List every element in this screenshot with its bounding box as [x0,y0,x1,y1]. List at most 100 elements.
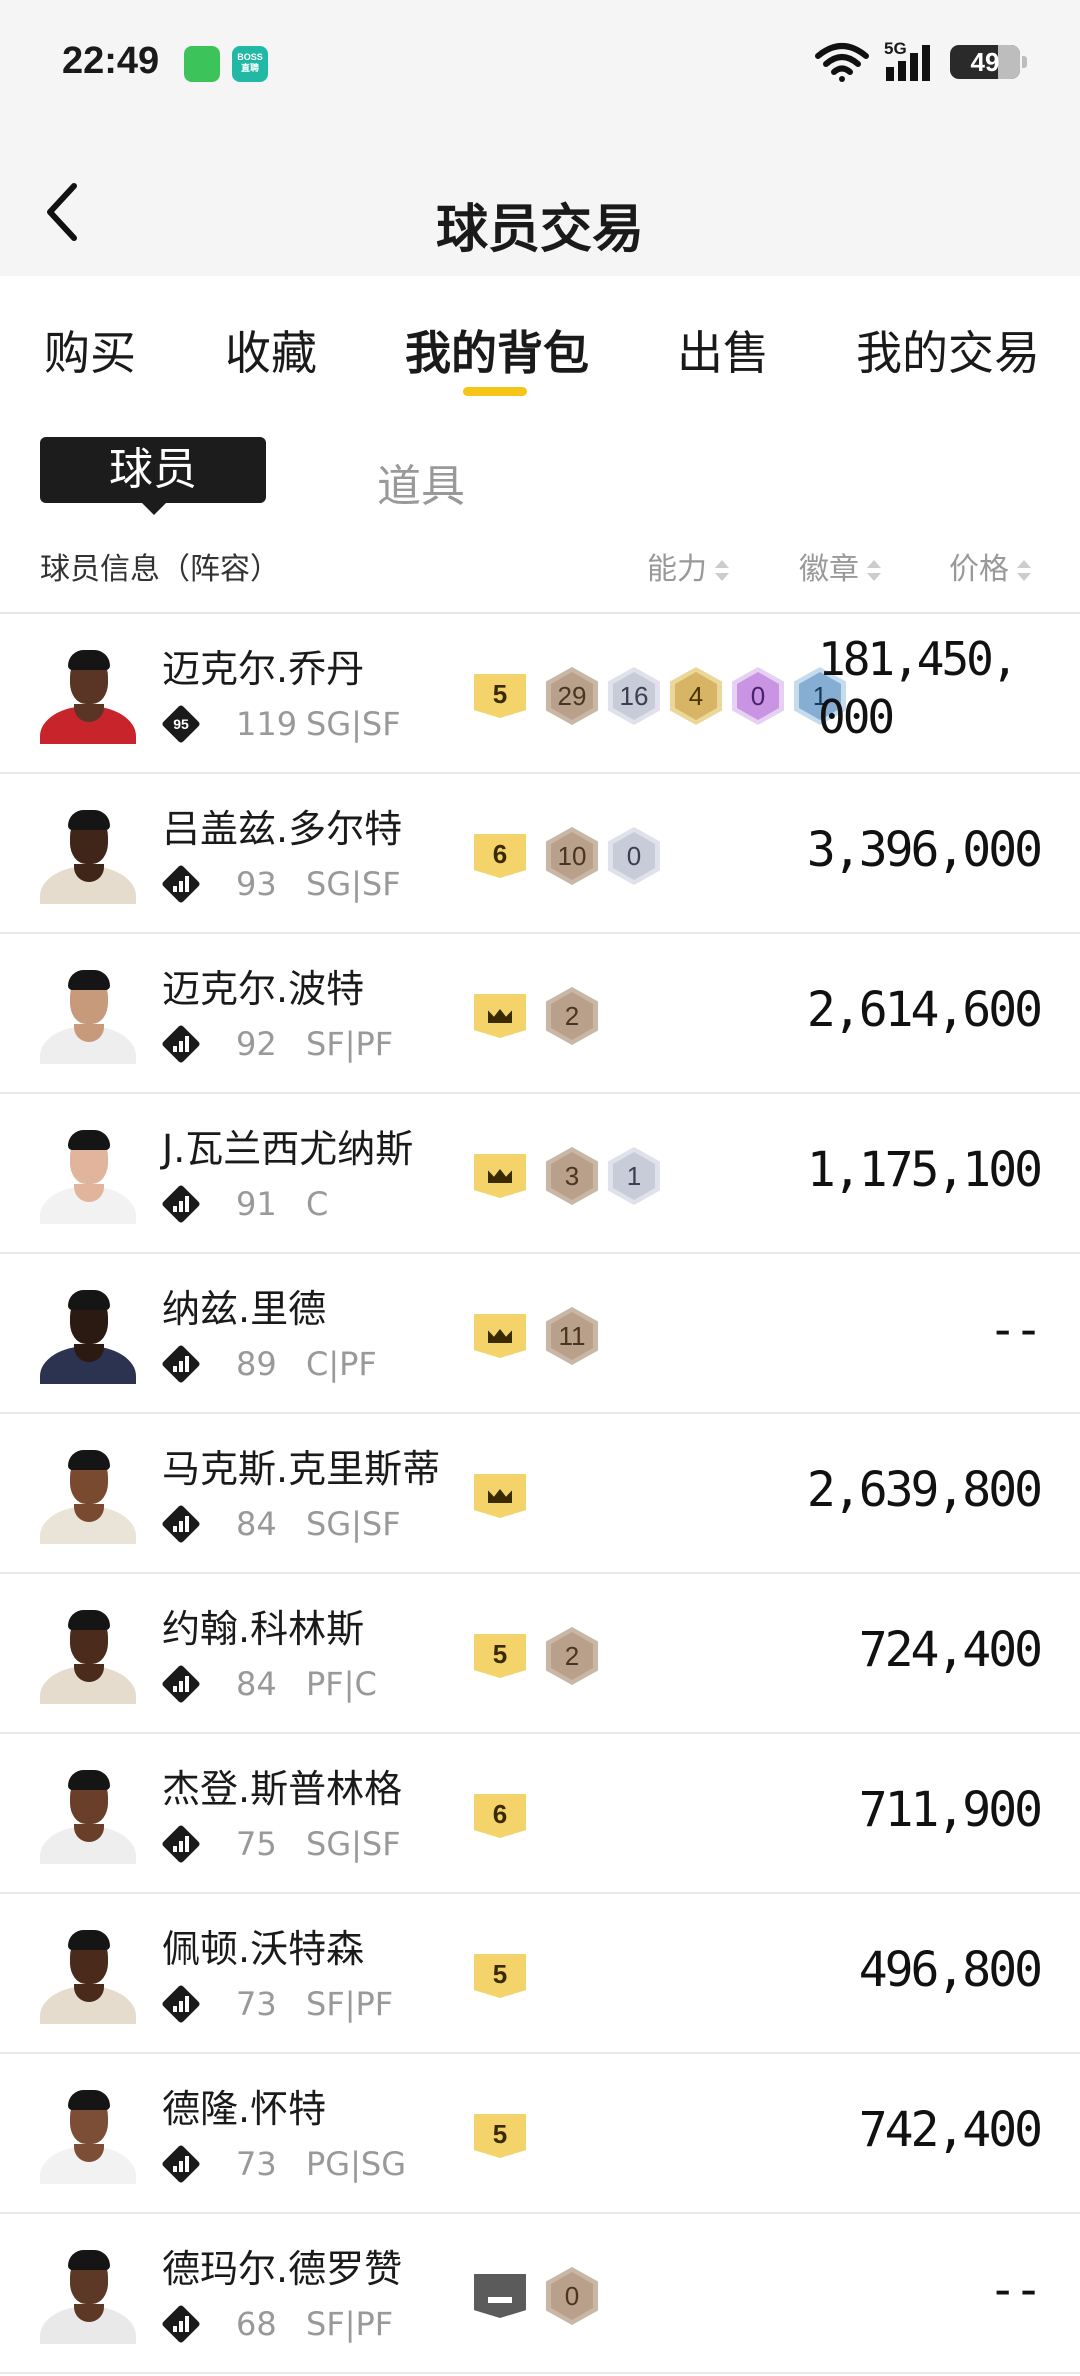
rating-diamond-icon [161,1184,201,1224]
ability-badges: 0 [474,2266,598,2326]
col-player-info: 球员信息（阵容） [40,552,280,587]
badge-gold-icon: 4 [670,667,722,725]
badge-count: 0 [737,672,779,720]
col-ability-label: 能力 [647,552,707,587]
rating-diamond-icon [161,1504,201,1544]
player-position: SF|PF [306,1985,394,2023]
player-position: PF|C [306,1665,377,1703]
tier-crown-icon [474,1314,526,1358]
wifi-icon [815,43,869,82]
player-position: C [306,1185,329,1223]
player-overall: 91 [236,1185,277,1223]
badge-bronze-icon: 11 [546,1307,598,1365]
player-meta: 73 PG|SG [161,2144,406,2184]
battery-icon: 49 [950,45,1027,79]
player-row[interactable]: 德隆.怀特 73 PG|SG 5 742,400 [0,2054,1080,2214]
player-row[interactable]: 吕盖兹.多尔特 93 SG|SF 6 10 0 3,396,000 [0,774,1080,934]
badge-bronze-icon: 10 [546,827,598,885]
player-overall: 92 [236,1025,277,1063]
badge-bronze-icon: 2 [546,1627,598,1685]
player-avatar [40,1604,136,1704]
tab-buy[interactable]: 购买 [44,317,136,383]
sort-icon [713,558,729,584]
tier-level: 6 [474,1794,526,1838]
player-row[interactable]: 迈克尔.波特 92 SF|PF 2 2,614,600 [0,934,1080,1094]
badge-count: 11 [551,1312,593,1360]
player-name: 杰登.斯普林格 [162,1767,403,1811]
sub-tabs: 球员 道具 [0,410,1080,515]
player-list: 迈克尔.乔丹 95 119 SG|SF 5 29 16 4 0 1 181,450,000… [0,614,1080,2374]
player-row[interactable]: 德玛尔.德罗赞 68 SF|PF 0 -- [0,2214,1080,2374]
page-title: 球员交易 [435,200,644,260]
player-name: 纳兹.里德 [162,1287,327,1331]
badge-bronze-icon: 2 [546,987,598,1045]
player-row[interactable]: 约翰.科林斯 84 PF|C 52 724,400 [0,1574,1080,1734]
ability-badges: 5 [474,2106,536,2166]
main-tabs: 购买 收藏 我的背包 出售 我的交易 [0,276,1080,410]
badge-count: 0 [613,832,655,880]
sort-icon [1015,558,1031,584]
subtab-players[interactable]: 球员 [40,437,266,515]
player-position: C|PF [306,1345,377,1383]
badge-count: 10 [551,832,593,880]
subtab-items[interactable]: 道具 [377,450,465,514]
player-row[interactable]: J.瓦兰西尤纳斯 91 C 31 1,175,100 [0,1094,1080,1254]
tab-my-backpack[interactable]: 我的背包 [405,317,589,383]
player-price: -- [988,1302,1043,1358]
player-position: SF|PF [306,2305,394,2343]
player-name: J.瓦兰西尤纳斯 [162,1127,414,1171]
status-time: 22:49 [62,40,160,82]
player-meta: 84 SG|SF [161,1504,401,1544]
badge-purple-icon: 0 [732,667,784,725]
player-price: 742,400 [858,2102,1043,2158]
tab-my-trades[interactable]: 我的交易 [856,317,1040,383]
message-app-icon [184,46,220,82]
top-area: 22:49 BOSS 直聘 5G 49 球员交易 [0,0,1080,276]
player-avatar [40,1764,136,1864]
player-price: 181,450,000 [818,632,1019,744]
badge-bronze-icon: 0 [546,2267,598,2325]
col-price-sort[interactable]: 价格 [949,544,1031,588]
col-badge-label: 徽章 [799,552,859,587]
player-avatar [40,644,136,744]
player-name: 吕盖兹.多尔特 [162,807,403,851]
player-price: 3,396,000 [806,822,1043,878]
player-row[interactable]: 佩顿.沃特森 73 SF|PF 5 496,800 [0,1894,1080,2054]
col-ability-sort[interactable]: 能力 [647,544,729,588]
player-price: 496,800 [858,1942,1043,1998]
rating-diamond-icon [161,2144,201,2184]
col-badge-sort[interactable]: 徽章 [799,544,881,588]
rating-diamond-icon [161,1664,201,1704]
player-row[interactable]: 纳兹.里德 89 C|PF 11 -- [0,1254,1080,1414]
rating-diamond-icon [161,1024,201,1064]
boss-label-cn: 直聘 [240,63,259,73]
ability-badges: 5 [474,1946,536,2006]
player-row[interactable]: 杰登.斯普林格 75 SG|SF 6 711,900 [0,1734,1080,1894]
player-overall: 73 [236,2145,277,2183]
player-position: SG|SF [306,1825,401,1863]
tier-crown-icon [474,994,526,1038]
player-row[interactable]: 迈克尔.乔丹 95 119 SG|SF 5 29 16 4 0 1 181,450,000 [0,614,1080,774]
player-meta: 93 SG|SF [161,864,401,904]
player-row[interactable]: 马克斯.克里斯蒂 84 SG|SF 2,639,800 [0,1414,1080,1574]
tier-none-icon [474,2274,526,2318]
badge-count: 2 [551,992,593,1040]
badge-count: 0 [551,2272,593,2320]
cell-signal-icon: 5G [882,39,938,83]
boss-app-icon: BOSS 直聘 [232,46,268,82]
col-price-label: 价格 [949,552,1009,587]
player-position: SG|SF [306,705,401,743]
badge-count: 4 [675,672,717,720]
player-meta: 92 SF|PF [161,1024,393,1064]
player-avatar [40,1284,136,1384]
tab-favorites[interactable]: 收藏 [225,317,317,383]
player-avatar [40,964,136,1064]
player-meta: 89 C|PF [161,1344,377,1384]
boss-label: BOSS [237,52,263,62]
active-tab-indicator [463,387,527,396]
ability-badges: 11 [474,1306,598,1366]
battery-level: 49 [970,47,1000,77]
player-name: 德隆.怀特 [162,2087,327,2131]
player-meta: 84 PF|C [161,1664,377,1704]
tab-sell[interactable]: 出售 [677,317,769,383]
